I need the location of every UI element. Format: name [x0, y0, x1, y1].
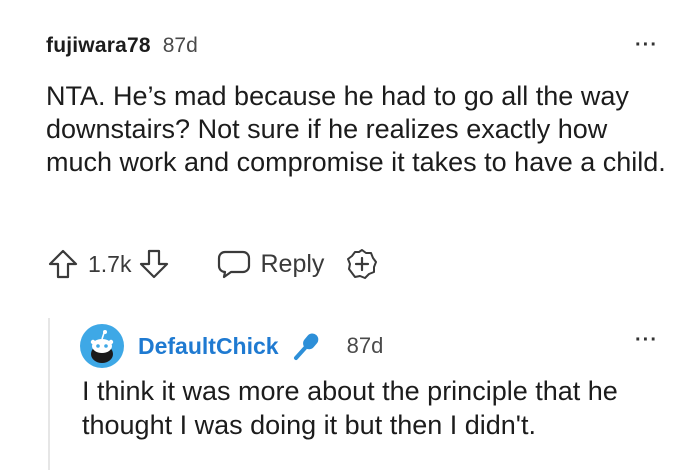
- reply-author[interactable]: DefaultChick: [138, 333, 279, 360]
- comment-header: fujiwara78 87d: [46, 34, 198, 58]
- snoo-avatar-icon: [90, 330, 114, 363]
- comment-more-options-button[interactable]: ···: [635, 35, 658, 55]
- avatar[interactable]: [80, 324, 124, 368]
- reply-button[interactable]: Reply: [217, 248, 324, 280]
- reply-header: DefaultChick 87d: [80, 324, 383, 368]
- upvote-button[interactable]: [46, 247, 80, 281]
- reply-label: Reply: [260, 249, 325, 278]
- reply-age: 87d: [346, 333, 384, 358]
- thread-line[interactable]: [48, 318, 50, 470]
- microphone-icon: [291, 329, 325, 363]
- comment-thread: fujiwara78 87d ··· NTA. He’s mad because…: [0, 0, 700, 470]
- award-plus-icon: [346, 248, 378, 280]
- reply-more-options-button[interactable]: ···: [635, 330, 658, 350]
- vote-score: 1.7k: [88, 250, 132, 277]
- reply-body: I think it was more about the principle …: [82, 376, 618, 440]
- downvote-arrow-icon: [137, 247, 171, 281]
- award-button[interactable]: [346, 248, 378, 280]
- downvote-button[interactable]: [137, 247, 171, 281]
- comment-body: NTA. He’s mad because he had to go all t…: [46, 81, 666, 177]
- comment-age: 87d: [162, 34, 198, 57]
- comment-author[interactable]: fujiwara78: [46, 34, 151, 58]
- comment-actions: 1.7k Reply: [46, 244, 378, 284]
- upvote-arrow-icon: [46, 247, 80, 281]
- speech-bubble-icon: [217, 248, 251, 280]
